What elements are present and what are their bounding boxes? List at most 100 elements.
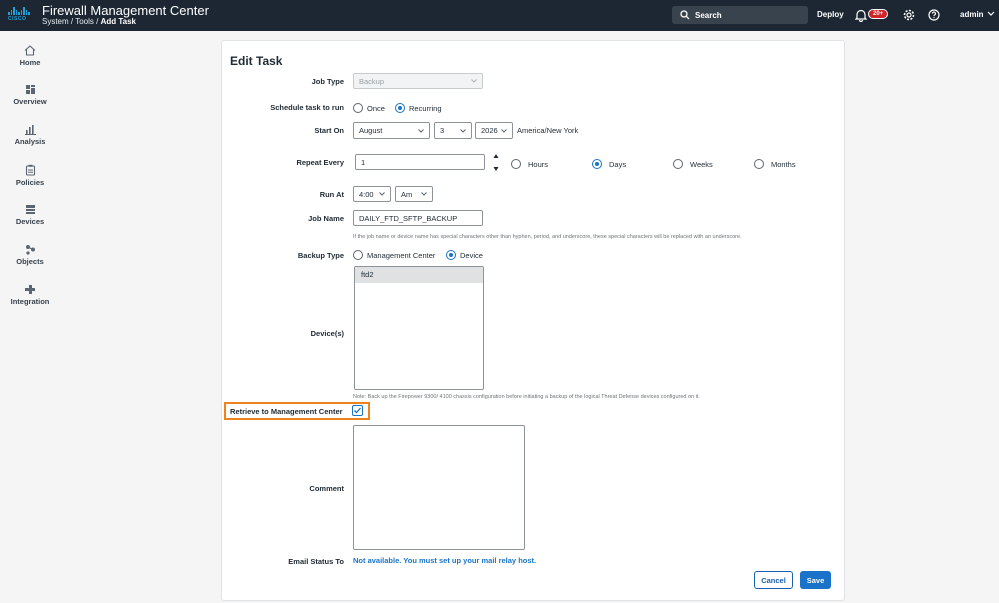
backup-type-label: Backup Type — [297, 251, 344, 260]
logo-text: CISCO — [8, 16, 27, 22]
chevron-down-icon — [421, 192, 427, 196]
repeat-every-value: 1 — [361, 157, 366, 167]
start-year-select[interactable]: 2026 — [475, 122, 513, 139]
backup-device-label: Device — [460, 251, 483, 260]
sidebar-item-label: Integration — [10, 297, 50, 306]
repeat-every-label: Repeat Every — [296, 158, 344, 167]
save-button[interactable]: Save — [800, 571, 831, 589]
schedule-label: Schedule task to run — [270, 103, 344, 112]
checkmark-icon — [354, 407, 361, 414]
device-option[interactable]: ftd2 — [355, 267, 483, 283]
sidebar-item-devices[interactable]: Devices — [0, 204, 60, 226]
top-bar: CISCO Firewall Management Center System … — [0, 0, 999, 31]
start-year-value: 2026 — [481, 126, 498, 135]
run-at-time-select[interactable]: 4:00 — [353, 186, 391, 202]
run-at-label: Run At — [319, 190, 344, 199]
repeat-weeks-radio[interactable] — [673, 159, 683, 169]
sidebar-item-label: Home — [19, 58, 41, 67]
sidebar-item-label: Objects — [16, 257, 44, 266]
sidebar-item-analysis[interactable]: Analysis — [0, 124, 60, 146]
home-icon — [24, 45, 36, 56]
repeat-days-label: Days — [609, 160, 627, 169]
sidebar-item-integration[interactable]: Integration — [0, 284, 60, 306]
cisco-logo[interactable]: CISCO — [8, 7, 32, 23]
search-icon — [680, 10, 690, 20]
policies-icon — [25, 164, 35, 176]
comment-textarea[interactable] — [353, 425, 525, 550]
help-icon[interactable] — [928, 9, 940, 21]
notification-badge[interactable]: 20+ — [868, 9, 889, 19]
start-day-value: 3 — [440, 126, 445, 135]
chevron-down-icon — [460, 128, 466, 133]
overview-icon — [25, 85, 35, 94]
devices-listbox[interactable]: ftd2 — [354, 266, 484, 390]
run-at-time-value: 4:00 — [359, 189, 374, 199]
repeat-days-radio[interactable] — [592, 159, 602, 169]
chevron-down-icon — [501, 128, 507, 133]
search-label: Search — [695, 10, 722, 20]
increment-icon[interactable] — [493, 153, 499, 159]
repeat-months-radio[interactable] — [754, 159, 764, 169]
search-button[interactable]: Search — [672, 6, 808, 24]
email-status-label: Email Status To — [288, 557, 344, 566]
breadcrumb: System / Tools / Add Task — [42, 17, 136, 26]
comment-label: Comment — [309, 484, 344, 493]
devices-icon — [25, 205, 35, 214]
integration-icon — [25, 285, 35, 294]
devices-label: Device(s) — [310, 329, 344, 338]
repeat-hours-radio[interactable] — [511, 159, 521, 169]
run-at-meridiem-select[interactable]: Am — [395, 186, 433, 202]
deploy-button[interactable]: Deploy — [817, 10, 844, 19]
sidebar-item-overview[interactable]: Overview — [0, 84, 60, 106]
job-name-hint: If the job name or device name has speci… — [353, 234, 742, 240]
repeat-hours-label: Hours — [528, 160, 549, 169]
cancel-button[interactable]: Cancel — [754, 571, 793, 589]
gear-icon[interactable] — [903, 9, 915, 21]
job-type-label: Job Type — [311, 77, 344, 86]
chevron-down-icon[interactable] — [987, 11, 995, 17]
job-name-input[interactable]: DAILY_FTD_SFTP_BACKUP — [353, 210, 483, 226]
start-day-select[interactable]: 3 — [434, 122, 472, 139]
chevron-down-icon — [418, 128, 424, 133]
start-month-value: August — [359, 126, 383, 135]
sidebar-item-policies[interactable]: Policies — [0, 164, 60, 187]
decrement-icon[interactable] — [493, 166, 499, 172]
schedule-once-label: Once — [367, 104, 385, 113]
sidebar-item-objects[interactable]: Objects — [0, 244, 60, 266]
repeat-every-input[interactable]: 1 — [355, 154, 485, 170]
sidebar-item-label: Devices — [15, 217, 45, 226]
start-on-label: Start On — [314, 126, 344, 135]
job-name-value: DAILY_FTD_SFTP_BACKUP — [359, 213, 458, 223]
sidebar-item-label: Policies — [15, 178, 45, 187]
chevron-down-icon — [471, 79, 477, 83]
sidebar — [0, 31, 60, 603]
repeat-months-label: Months — [771, 160, 796, 169]
job-type-select: Backup — [353, 73, 483, 89]
user-menu[interactable]: admin — [960, 10, 984, 19]
app-title: Firewall Management Center — [42, 3, 209, 18]
run-at-meridiem-value: Am — [401, 189, 413, 199]
page-title: Edit Task — [230, 54, 283, 68]
sidebar-item-home[interactable]: Home — [0, 45, 60, 67]
edit-task-panel — [221, 40, 845, 601]
breadcrumb-path[interactable]: System / Tools / — [42, 17, 98, 26]
schedule-once-radio[interactable] — [353, 103, 363, 113]
backup-device-radio[interactable] — [446, 250, 456, 260]
breadcrumb-current: Add Task — [100, 17, 136, 26]
retrieve-label: Retrieve to Management Center — [230, 407, 343, 416]
schedule-recurring-radio[interactable] — [395, 103, 405, 113]
bell-icon[interactable] — [855, 9, 867, 22]
analysis-icon — [24, 125, 36, 135]
schedule-recurring-label: Recurring — [409, 104, 442, 113]
timezone-text: America/New York — [517, 126, 579, 135]
sidebar-item-label: Overview — [13, 97, 47, 106]
backup-mc-radio[interactable] — [353, 250, 363, 260]
chevron-down-icon — [379, 192, 385, 196]
mail-relay-link[interactable]: Not available. You must set up your mail… — [353, 556, 536, 565]
sidebar-item-label: Analysis — [14, 137, 46, 146]
retrieve-checkbox[interactable] — [352, 405, 363, 416]
start-month-select[interactable]: August — [353, 122, 430, 139]
job-name-label: Job Name — [308, 214, 344, 223]
job-type-value: Backup — [359, 76, 385, 86]
backup-mc-label: Management Center — [367, 251, 436, 260]
